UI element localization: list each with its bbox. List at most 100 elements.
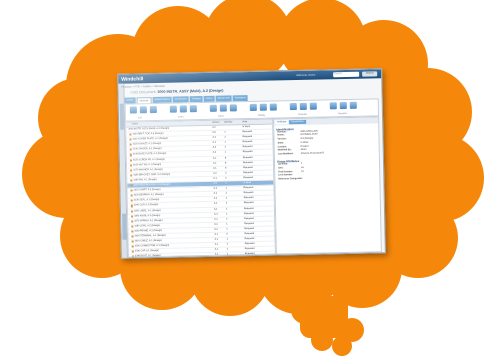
- row-version: A.1: [214, 243, 219, 246]
- part-icon: [131, 240, 134, 243]
- row-version: A.1: [214, 254, 219, 257]
- row-state: Released: [243, 187, 254, 190]
- row-version: A.2: [212, 147, 217, 150]
- row-state: Released: [244, 227, 255, 231]
- row-state: Released: [244, 243, 255, 246]
- row-version: A.1: [213, 208, 218, 211]
- ribbon-action-icon[interactable]: [189, 105, 197, 113]
- row-version: A.3: [212, 136, 216, 139]
- row-state: Released: [243, 202, 254, 205]
- row-quantity: 1: [226, 253, 229, 256]
- search-tab[interactable]: [121, 213, 127, 240]
- detail-tab-1[interactable]: Visualization: [289, 119, 306, 125]
- ribbon-action-icon[interactable]: [289, 103, 297, 111]
- attribute-label: Reference Designator:: [278, 178, 303, 181]
- row-version: A.1: [213, 177, 217, 180]
- ribbon-action-icon[interactable]: [219, 104, 227, 112]
- part-icon: [128, 133, 132, 136]
- row-quantity: 1: [225, 187, 227, 190]
- part-icon: [129, 184, 133, 187]
- row-state: In Work: [243, 182, 252, 185]
- row-state: Released: [244, 232, 255, 236]
- row-state: Released: [243, 171, 253, 175]
- part-icon: [130, 215, 133, 218]
- part-icon: [129, 159, 132, 162]
- attribute-row: Reference Designator:: [275, 177, 379, 183]
- row-quantity: 8: [224, 157, 227, 160]
- ribbon-group-label: Visualize: [337, 112, 347, 115]
- detail-tabs: Attributes Visualization: [274, 117, 379, 126]
- row-version: A.1: [213, 167, 217, 170]
- part-icon: [129, 169, 133, 172]
- row-version: A.2: [213, 187, 217, 190]
- row-state: Released: [242, 141, 253, 144]
- column-header-version[interactable]: Version: [212, 121, 219, 125]
- row-state: In Work: [242, 126, 251, 129]
- row-state: Released: [244, 222, 255, 225]
- attribute-value: 2014-01-15 10:22 EST: [300, 152, 325, 156]
- structure-tree: Name Version Quantity State 3000 INSTR. …: [125, 118, 276, 258]
- attribute-label: Last Modified:: [277, 153, 294, 156]
- row-quantity: 1: [226, 248, 229, 251]
- ribbon-action-icon[interactable]: [339, 101, 347, 110]
- app-screenshot: Windchill Welcome, Demo Search Search Pr…: [117, 68, 386, 259]
- navigator-tab[interactable]: [119, 103, 124, 130]
- ribbon-action-icon[interactable]: [259, 103, 267, 111]
- ribbon-action-icon[interactable]: [349, 101, 357, 109]
- part-icon: [130, 189, 133, 192]
- ribbon-group-label: Display: [257, 114, 266, 117]
- row-version: A.2: [214, 228, 218, 231]
- row-version: A.6: [212, 131, 216, 134]
- column-header-name[interactable]: Name: [132, 122, 138, 126]
- search-input[interactable]: Search: [333, 71, 360, 77]
- ribbon-action-icon[interactable]: [179, 105, 187, 113]
- part-icon: [130, 199, 133, 202]
- ribbon-action-icon[interactable]: [249, 103, 257, 112]
- part-icon: [130, 230, 134, 233]
- part-icon: [129, 148, 132, 152]
- row-version: A.1: [214, 248, 219, 252]
- part-icon: [130, 225, 134, 228]
- row-quantity: 1: [225, 208, 228, 211]
- ribbon-action-icon[interactable]: [129, 106, 137, 114]
- part-icon: [129, 153, 132, 157]
- ribbon-action-icon[interactable]: [329, 102, 337, 110]
- row-version: A.1: [213, 203, 218, 206]
- row-version: A.1: [212, 157, 217, 160]
- ribbon-action-icon[interactable]: [309, 102, 317, 110]
- row-quantity: 1: [224, 151, 227, 155]
- detail-tab-0[interactable]: Attributes: [275, 119, 289, 125]
- ribbon-action-icon[interactable]: [209, 104, 217, 112]
- part-icon: [129, 179, 133, 182]
- row-state: Released: [244, 248, 255, 251]
- part-icon: [129, 143, 132, 146]
- page-title-text: 3000 INSTR. ASSY (Mold), A.2 (Design): [157, 88, 224, 94]
- part-icon: [129, 164, 132, 167]
- column-header-state[interactable]: State: [242, 120, 247, 124]
- ribbon-action-icon[interactable]: [269, 103, 277, 111]
- row-quantity: 1: [224, 141, 226, 144]
- row-state: Released: [242, 156, 253, 159]
- ribbon-group-label: Insert: [177, 115, 184, 119]
- ribbon-action-icon[interactable]: [169, 105, 177, 113]
- search-button[interactable]: Search: [362, 71, 378, 77]
- row-version: A.2: [212, 126, 216, 129]
- row-state: Released: [243, 176, 254, 180]
- row-state: Released: [244, 212, 254, 215]
- row-version: A.1: [214, 218, 218, 221]
- ribbon-group-label: Compare: [297, 113, 308, 116]
- row-quantity: 2: [224, 136, 226, 139]
- ribbon-action-icon[interactable]: [139, 106, 147, 114]
- row-quantity: 1: [225, 182, 227, 185]
- part-icon: [128, 138, 132, 141]
- column-header-quantity[interactable]: Quantity: [224, 120, 232, 124]
- row-state: Released: [242, 131, 253, 134]
- row-version: A.1: [214, 233, 218, 236]
- row-version: A.1: [214, 238, 219, 241]
- part-icon: [130, 235, 134, 238]
- part-icon: [130, 220, 134, 223]
- app-brand: Windchill: [121, 75, 144, 83]
- ribbon-action-icon[interactable]: [229, 104, 237, 112]
- ribbon-action-icon[interactable]: [149, 105, 157, 114]
- ribbon-action-icon[interactable]: [299, 102, 307, 110]
